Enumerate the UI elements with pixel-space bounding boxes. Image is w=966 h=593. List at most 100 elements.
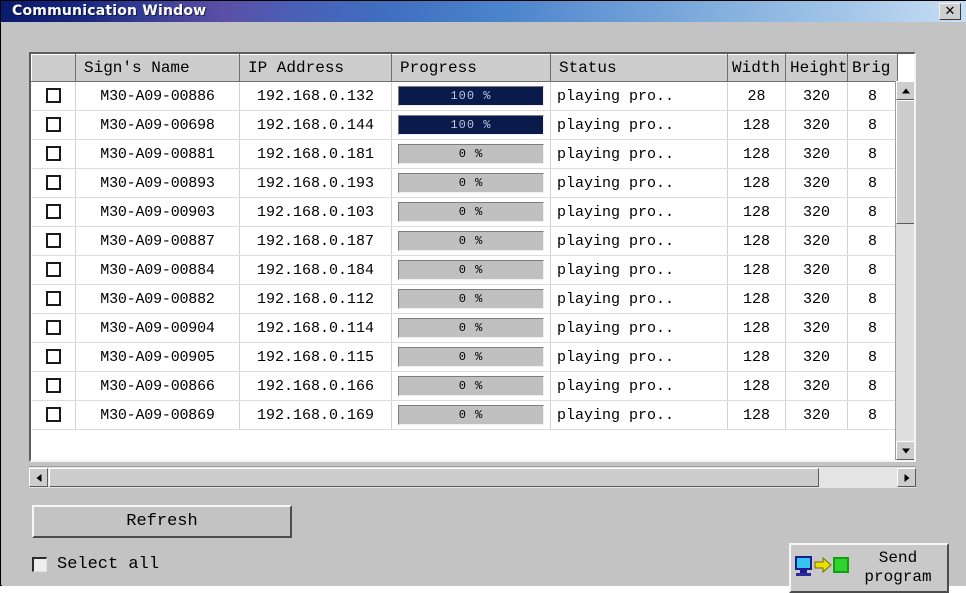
- row-checkbox-icon[interactable]: [46, 88, 61, 103]
- column-header-height[interactable]: Height: [786, 55, 848, 82]
- row-width: 128: [728, 256, 786, 285]
- progress-bar-label: 0 %: [399, 261, 543, 279]
- row-checkbox-cell[interactable]: [32, 169, 76, 198]
- progress-bar: 0 %: [398, 173, 544, 193]
- column-header-progress[interactable]: Progress: [392, 55, 551, 82]
- progress-bar: 0 %: [398, 202, 544, 222]
- select-all-box-icon[interactable]: [32, 557, 47, 572]
- row-ip-address: 192.168.0.114: [240, 314, 392, 343]
- row-checkbox-cell[interactable]: [32, 140, 76, 169]
- scroll-left-icon[interactable]: [29, 468, 48, 487]
- row-checkbox-cell[interactable]: [32, 285, 76, 314]
- row-checkbox-icon[interactable]: [46, 349, 61, 364]
- row-checkbox-cell[interactable]: [32, 372, 76, 401]
- row-checkbox-cell[interactable]: [32, 82, 76, 111]
- row-sign-name: M30-A09-00887: [76, 227, 240, 256]
- row-checkbox-icon[interactable]: [46, 262, 61, 277]
- column-header-name[interactable]: Sign's Name: [76, 55, 240, 82]
- table-row[interactable]: M30-A09-00882192.168.0.1120 %playing pro…: [32, 285, 898, 314]
- row-checkbox-icon[interactable]: [46, 146, 61, 161]
- row-width: 128: [728, 401, 786, 430]
- row-width: 128: [728, 140, 786, 169]
- row-checkbox-cell[interactable]: [32, 111, 76, 140]
- scroll-right-icon[interactable]: [897, 468, 916, 487]
- row-height: 320: [786, 285, 848, 314]
- table-row[interactable]: M30-A09-00881192.168.0.1810 %playing pro…: [32, 140, 898, 169]
- row-status: playing pro..: [551, 372, 728, 401]
- row-width: 128: [728, 111, 786, 140]
- row-checkbox-icon[interactable]: [46, 204, 61, 219]
- table-row[interactable]: M30-A09-00884192.168.0.1840 %playing pro…: [32, 256, 898, 285]
- row-brightness: 8: [848, 227, 898, 256]
- progress-bar-label: 0 %: [399, 290, 543, 308]
- column-header-width[interactable]: Width: [728, 55, 786, 82]
- row-progress-cell: 0 %: [392, 198, 551, 227]
- row-checkbox-icon[interactable]: [46, 320, 61, 335]
- column-header-ip[interactable]: IP Address: [240, 55, 392, 82]
- row-brightness: 8: [848, 140, 898, 169]
- table-row[interactable]: M30-A09-00698192.168.0.144100 %playing p…: [32, 111, 898, 140]
- row-checkbox-cell[interactable]: [32, 401, 76, 430]
- progress-bar: 0 %: [398, 289, 544, 309]
- row-status: playing pro..: [551, 343, 728, 372]
- table-row[interactable]: M30-A09-00904192.168.0.1140 %playing pro…: [32, 314, 898, 343]
- row-status: playing pro..: [551, 401, 728, 430]
- row-checkbox-icon[interactable]: [46, 175, 61, 190]
- table-row[interactable]: M30-A09-00905192.168.0.1150 %playing pro…: [32, 343, 898, 372]
- row-checkbox-icon[interactable]: [46, 291, 61, 306]
- progress-bar: 0 %: [398, 405, 544, 425]
- row-status: playing pro..: [551, 111, 728, 140]
- row-sign-name: M30-A09-00886: [76, 82, 240, 111]
- table-row[interactable]: M30-A09-00869192.168.0.1690 %playing pro…: [32, 401, 898, 430]
- close-icon[interactable]: ✕: [939, 3, 961, 20]
- progress-bar-label: 0 %: [399, 203, 543, 221]
- progress-bar-label: 0 %: [399, 145, 543, 163]
- row-ip-address: 192.168.0.115: [240, 343, 392, 372]
- vertical-scrollbar[interactable]: [895, 81, 914, 460]
- progress-bar-label: 0 %: [399, 406, 543, 424]
- column-header-status[interactable]: Status: [551, 55, 728, 82]
- column-header-brightness[interactable]: Brig: [848, 55, 898, 82]
- row-ip-address: 192.168.0.181: [240, 140, 392, 169]
- row-checkbox-cell[interactable]: [32, 343, 76, 372]
- row-status: playing pro..: [551, 82, 728, 111]
- row-ip-address: 192.168.0.166: [240, 372, 392, 401]
- scroll-down-icon[interactable]: [896, 441, 915, 460]
- row-checkbox-icon[interactable]: [46, 378, 61, 393]
- row-width: 128: [728, 198, 786, 227]
- table-row[interactable]: M30-A09-00903192.168.0.1030 %playing pro…: [32, 198, 898, 227]
- row-checkbox-icon[interactable]: [46, 117, 61, 132]
- horizontal-scrollbar[interactable]: [29, 466, 916, 488]
- table-row[interactable]: M30-A09-00886192.168.0.132100 %playing p…: [32, 82, 898, 111]
- row-status: playing pro..: [551, 256, 728, 285]
- row-progress-cell: 0 %: [392, 140, 551, 169]
- row-sign-name: M30-A09-00893: [76, 169, 240, 198]
- row-height: 320: [786, 111, 848, 140]
- row-progress-cell: 0 %: [392, 343, 551, 372]
- row-checkbox-icon[interactable]: [46, 233, 61, 248]
- row-checkbox-cell[interactable]: [32, 198, 76, 227]
- table-row[interactable]: M30-A09-00887192.168.0.1870 %playing pro…: [32, 227, 898, 256]
- row-brightness: 8: [848, 82, 898, 111]
- row-width: 128: [728, 372, 786, 401]
- row-checkbox-cell[interactable]: [32, 314, 76, 343]
- select-all-checkbox[interactable]: Select all: [32, 553, 159, 575]
- progress-bar: 0 %: [398, 231, 544, 251]
- row-height: 320: [786, 401, 848, 430]
- row-progress-cell: 0 %: [392, 401, 551, 430]
- row-checkbox-icon[interactable]: [46, 407, 61, 422]
- row-checkbox-cell[interactable]: [32, 227, 76, 256]
- row-checkbox-cell[interactable]: [32, 256, 76, 285]
- refresh-button[interactable]: Refresh: [32, 505, 292, 538]
- horizontal-scrollbar-thumb[interactable]: [49, 468, 819, 487]
- row-status: playing pro..: [551, 140, 728, 169]
- column-header-select[interactable]: [32, 55, 76, 82]
- vertical-scrollbar-thumb[interactable]: [896, 100, 915, 224]
- table-row[interactable]: M30-A09-00893192.168.0.1930 %playing pro…: [32, 169, 898, 198]
- table-row[interactable]: M30-A09-00866192.168.0.1660 %playing pro…: [32, 372, 898, 401]
- scroll-up-icon[interactable]: [896, 81, 915, 100]
- row-progress-cell: 0 %: [392, 227, 551, 256]
- row-status: playing pro..: [551, 285, 728, 314]
- progress-bar-label: 0 %: [399, 232, 543, 250]
- row-ip-address: 192.168.0.103: [240, 198, 392, 227]
